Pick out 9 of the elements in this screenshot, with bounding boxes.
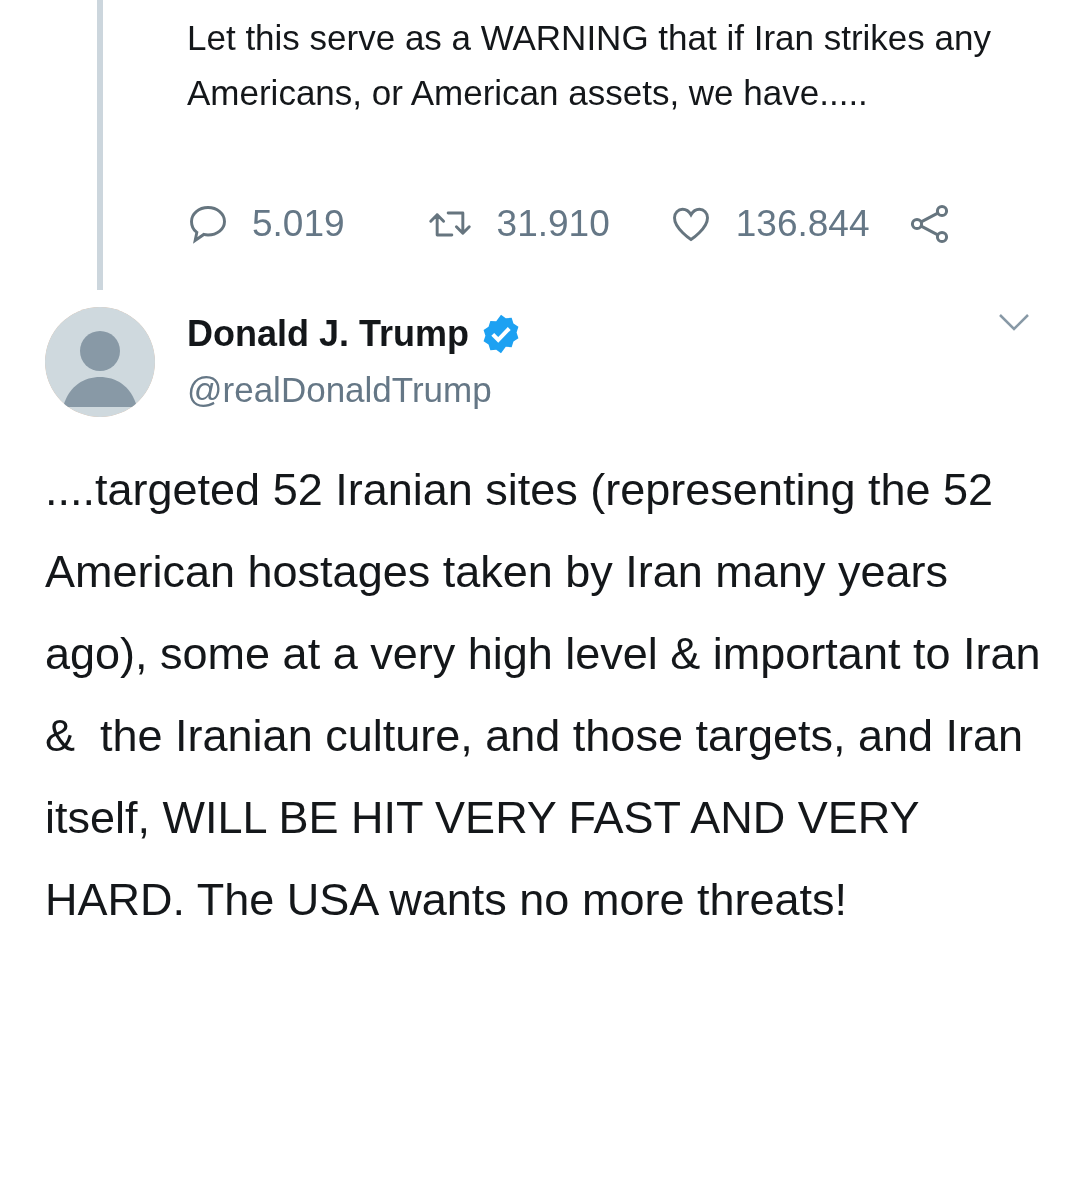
count: 5.019: [252, 203, 345, 245]
count: 136.844: [735, 203, 870, 245]
author-handle[interactable]: @realDonaldTrump: [187, 370, 524, 410]
tweet-text: ....targeted 52 Iranian sites (representing the 52 American hostages taken by Iran many years ago), some at a very high level & important to Iran & the Iranian culture, and those targets, and Iran itself, WILL BE HIT VERY FAST AND VERY HARD. The USA wants no more threats!: [45, 463, 1042, 927]
tweet-text: Let this serve as a WARNING that if Iran strikes any Americans, or American assets, we have.....: [187, 17, 992, 114]
count: 31.910: [496, 203, 610, 245]
avatar[interactable]: [45, 307, 155, 417]
author-name[interactable]: Donald J. Trump: [187, 313, 470, 355]
chevron-icon[interactable]: [998, 312, 1030, 332]
